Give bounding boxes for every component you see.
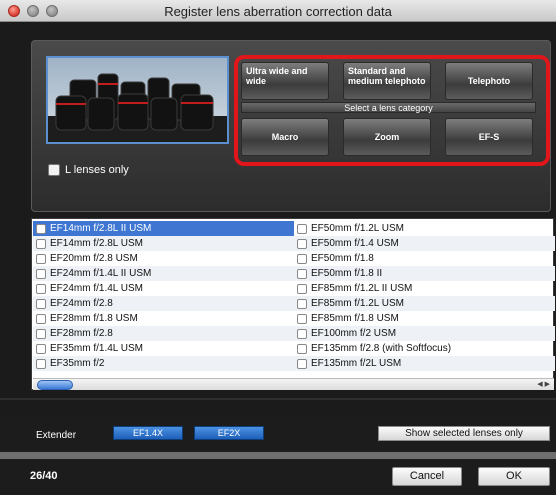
l-lenses-only-checkbox[interactable]: L lenses only — [48, 164, 129, 176]
list-item[interactable]: EF28mm f/2.8 — [33, 326, 294, 341]
scrollbar-thumb[interactable] — [37, 380, 73, 390]
scroll-arrows-icon[interactable]: ◀▶ — [537, 380, 552, 388]
list-item[interactable]: EF85mm f/1.2L II USM — [294, 281, 555, 296]
lens-name: EF100mm f/2 USM — [311, 328, 397, 339]
list-item[interactable]: EF28mm f/1.8 USM — [33, 311, 294, 326]
lens-list: EF14mm f/2.8L II USM EF14mm f/2.8L USM E… — [31, 218, 555, 390]
separator-strip — [0, 452, 556, 459]
list-item[interactable]: EF50mm f/1.4 USM — [294, 236, 555, 251]
checkbox-icon[interactable] — [36, 253, 46, 264]
category-zoom-button[interactable]: Zoom — [343, 118, 431, 156]
category-standard-telephoto-button[interactable]: Standard and medium telephoto — [343, 62, 431, 100]
list-item[interactable]: EF24mm f/1.4L USM — [33, 281, 294, 296]
list-item[interactable]: EF24mm f/2.8 — [33, 296, 294, 311]
category-ultra-wide-button[interactable]: Ultra wide and wide — [241, 62, 329, 100]
show-selected-button[interactable]: Show selected lenses only — [378, 426, 550, 441]
list-item[interactable]: EF14mm f/2.8L USM — [33, 236, 294, 251]
checkbox-icon[interactable] — [36, 238, 46, 249]
lens-name: EF85mm f/1.8 USM — [311, 313, 399, 324]
checkbox-icon[interactable] — [36, 268, 46, 279]
checkbox-icon[interactable] — [36, 343, 46, 354]
list-item[interactable]: EF100mm f/2 USM — [294, 326, 555, 341]
title-bar: Register lens aberration correction data — [0, 0, 556, 22]
category-telephoto-button[interactable]: Telephoto — [445, 62, 533, 100]
list-item[interactable]: EF24mm f/1.4L II USM — [33, 266, 294, 281]
window-title: Register lens aberration correction data — [164, 4, 392, 19]
checkbox-icon[interactable] — [36, 328, 46, 339]
list-item[interactable]: EF85mm f/1.8 USM — [294, 311, 555, 326]
checkbox-icon[interactable] — [297, 313, 307, 324]
lens-name: EF28mm f/1.8 USM — [50, 313, 138, 324]
lens-lineup-icon — [48, 73, 227, 142]
list-item[interactable]: EF50mm f/1.2L USM — [294, 221, 555, 236]
divider — [0, 398, 556, 400]
checkbox-icon[interactable] — [297, 358, 307, 369]
list-item[interactable]: EF35mm f/1.4L USM — [33, 341, 294, 356]
list-item[interactable]: EF135mm f/2.8 (with Softfocus) — [294, 341, 555, 356]
lens-name: EF24mm f/2.8 — [50, 298, 113, 309]
checkbox-icon[interactable] — [36, 298, 46, 309]
lens-name: EF50mm f/1.8 II — [311, 268, 383, 279]
lens-name: EF24mm f/1.4L USM — [50, 283, 143, 294]
list-item[interactable]: EF14mm f/2.8L II USM — [33, 221, 294, 236]
lens-name: EF50mm f/1.4 USM — [311, 238, 399, 249]
category-macro-button[interactable]: Macro — [241, 118, 329, 156]
checkbox-icon[interactable] — [297, 328, 307, 339]
checkbox-icon[interactable] — [297, 343, 307, 354]
lens-lineup-image — [46, 56, 229, 144]
horizontal-scrollbar[interactable]: ◀▶ — [33, 378, 554, 390]
list-item[interactable]: EF50mm f/1.8 II — [294, 266, 555, 281]
checkbox-icon[interactable] — [297, 268, 307, 279]
category-efs-button[interactable]: EF-S — [445, 118, 533, 156]
ok-button[interactable]: OK — [478, 467, 550, 486]
extender-ef14x-button[interactable]: EF1.4X — [113, 426, 183, 440]
select-category-label: Select a lens category — [241, 102, 536, 113]
lens-name: EF135mm f/2L USM — [311, 358, 402, 369]
checkbox-icon[interactable] — [36, 358, 46, 369]
checkbox-icon[interactable] — [36, 223, 46, 234]
lens-name: EF50mm f/1.2L USM — [311, 223, 404, 234]
lens-name: EF28mm f/2.8 — [50, 328, 113, 339]
checkbox-icon[interactable] — [297, 253, 307, 264]
checkbox-icon[interactable] — [36, 313, 46, 324]
lens-name: EF14mm f/2.8L USM — [50, 238, 143, 249]
lens-name: EF35mm f/1.4L USM — [50, 343, 143, 354]
checkbox-icon[interactable] — [36, 283, 46, 294]
lens-name: EF135mm f/2.8 (with Softfocus) — [311, 343, 452, 354]
checkbox-box[interactable] — [48, 164, 60, 176]
lens-name: EF20mm f/2.8 USM — [50, 253, 138, 264]
lens-count: 26/40 — [30, 470, 58, 482]
lens-name: EF85mm f/1.2L II USM — [311, 283, 413, 294]
list-item[interactable]: EF35mm f/2 — [33, 356, 294, 371]
lens-name: EF24mm f/1.4L II USM — [50, 268, 152, 279]
list-item[interactable]: EF85mm f/1.2L USM — [294, 296, 555, 311]
lens-name: EF85mm f/1.2L USM — [311, 298, 404, 309]
lens-list-left-column: EF14mm f/2.8L II USM EF14mm f/2.8L USM E… — [33, 221, 294, 371]
list-item[interactable]: EF20mm f/2.8 USM — [33, 251, 294, 266]
extender-label: Extender — [36, 430, 77, 441]
lens-list-right-column: EF50mm f/1.2L USM EF50mm f/1.4 USM EF50m… — [294, 221, 555, 371]
checkbox-icon[interactable] — [297, 283, 307, 294]
checkbox-icon[interactable] — [297, 298, 307, 309]
lens-name: EF14mm f/2.8L II USM — [50, 223, 152, 234]
checkbox-icon[interactable] — [297, 238, 307, 249]
list-item[interactable]: EF50mm f/1.8 — [294, 251, 555, 266]
lens-name: EF50mm f/1.8 — [311, 253, 374, 264]
lens-name: EF35mm f/2 — [50, 358, 105, 369]
cancel-button[interactable]: Cancel — [392, 467, 462, 486]
extender-ef2x-button[interactable]: EF2X — [194, 426, 264, 440]
list-item[interactable]: EF135mm f/2L USM — [294, 356, 555, 371]
l-lenses-only-label: L lenses only — [65, 164, 129, 176]
checkbox-icon[interactable] — [297, 223, 307, 234]
